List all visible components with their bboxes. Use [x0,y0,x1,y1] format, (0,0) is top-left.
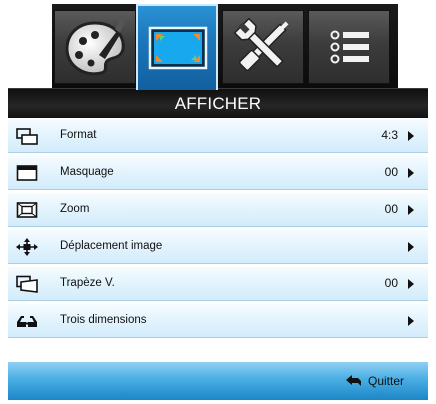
menu-item-3d[interactable]: Trois dimensions [8,303,428,338]
chevron-right-icon [408,242,414,252]
display-menu: Format 4:3 Masquage 00 Zoom 00 Déplaceme… [8,118,428,340]
chevron-right-icon [408,205,414,215]
palette-brush-icon [65,19,125,76]
return-arrow-icon [345,375,361,386]
menu-item-label: Trois dimensions [60,314,147,326]
menu-item-label: Déplacement image [60,240,163,252]
3d-glasses-icon [17,316,37,327]
menu-item-label: Trapèze V. [60,277,115,289]
wrench-screwdriver-icon [233,17,289,71]
page-title: AFFICHER [174,94,262,113]
quit-button[interactable]: Quitter [345,374,404,388]
list-options-icon [330,30,369,64]
chevron-right-icon [408,131,414,141]
menu-item-zoom[interactable]: Zoom 00 [8,192,428,227]
menu-item-label: Zoom [60,203,90,215]
image-shift-icon [16,238,38,256]
tab-bar [52,4,398,90]
menu-item-value: 4:3 [381,128,398,142]
tab-display[interactable] [136,4,218,90]
menu-item-image-shift[interactable]: Déplacement image [8,229,428,264]
menu-item-format[interactable]: Format 4:3 [8,118,428,153]
menu-item-label: Masquage [60,166,114,178]
menu-item-label: Format [60,129,97,141]
menu-item-value: 00 [384,165,398,179]
tab-options[interactable] [308,10,390,84]
chevron-right-icon [408,316,414,326]
quit-label: Quitter [367,374,404,388]
menu-item-masking[interactable]: Masquage 00 [8,155,428,190]
zoom-icon [16,202,38,218]
format-icon [16,128,38,145]
chevron-right-icon [408,279,414,289]
menu-footer: Quitter [8,362,428,400]
menu-item-value: 00 [384,276,398,290]
tab-image-settings[interactable] [54,10,136,84]
menu-item-keystone[interactable]: Trapèze V. 00 [8,266,428,301]
menu-header: AFFICHER [8,88,428,119]
menu-item-value: 00 [384,202,398,216]
chevron-right-icon [408,168,414,178]
tab-setup[interactable] [222,10,304,84]
masking-icon [16,165,38,181]
display-screen-icon [148,26,208,70]
keystone-icon [16,275,38,293]
